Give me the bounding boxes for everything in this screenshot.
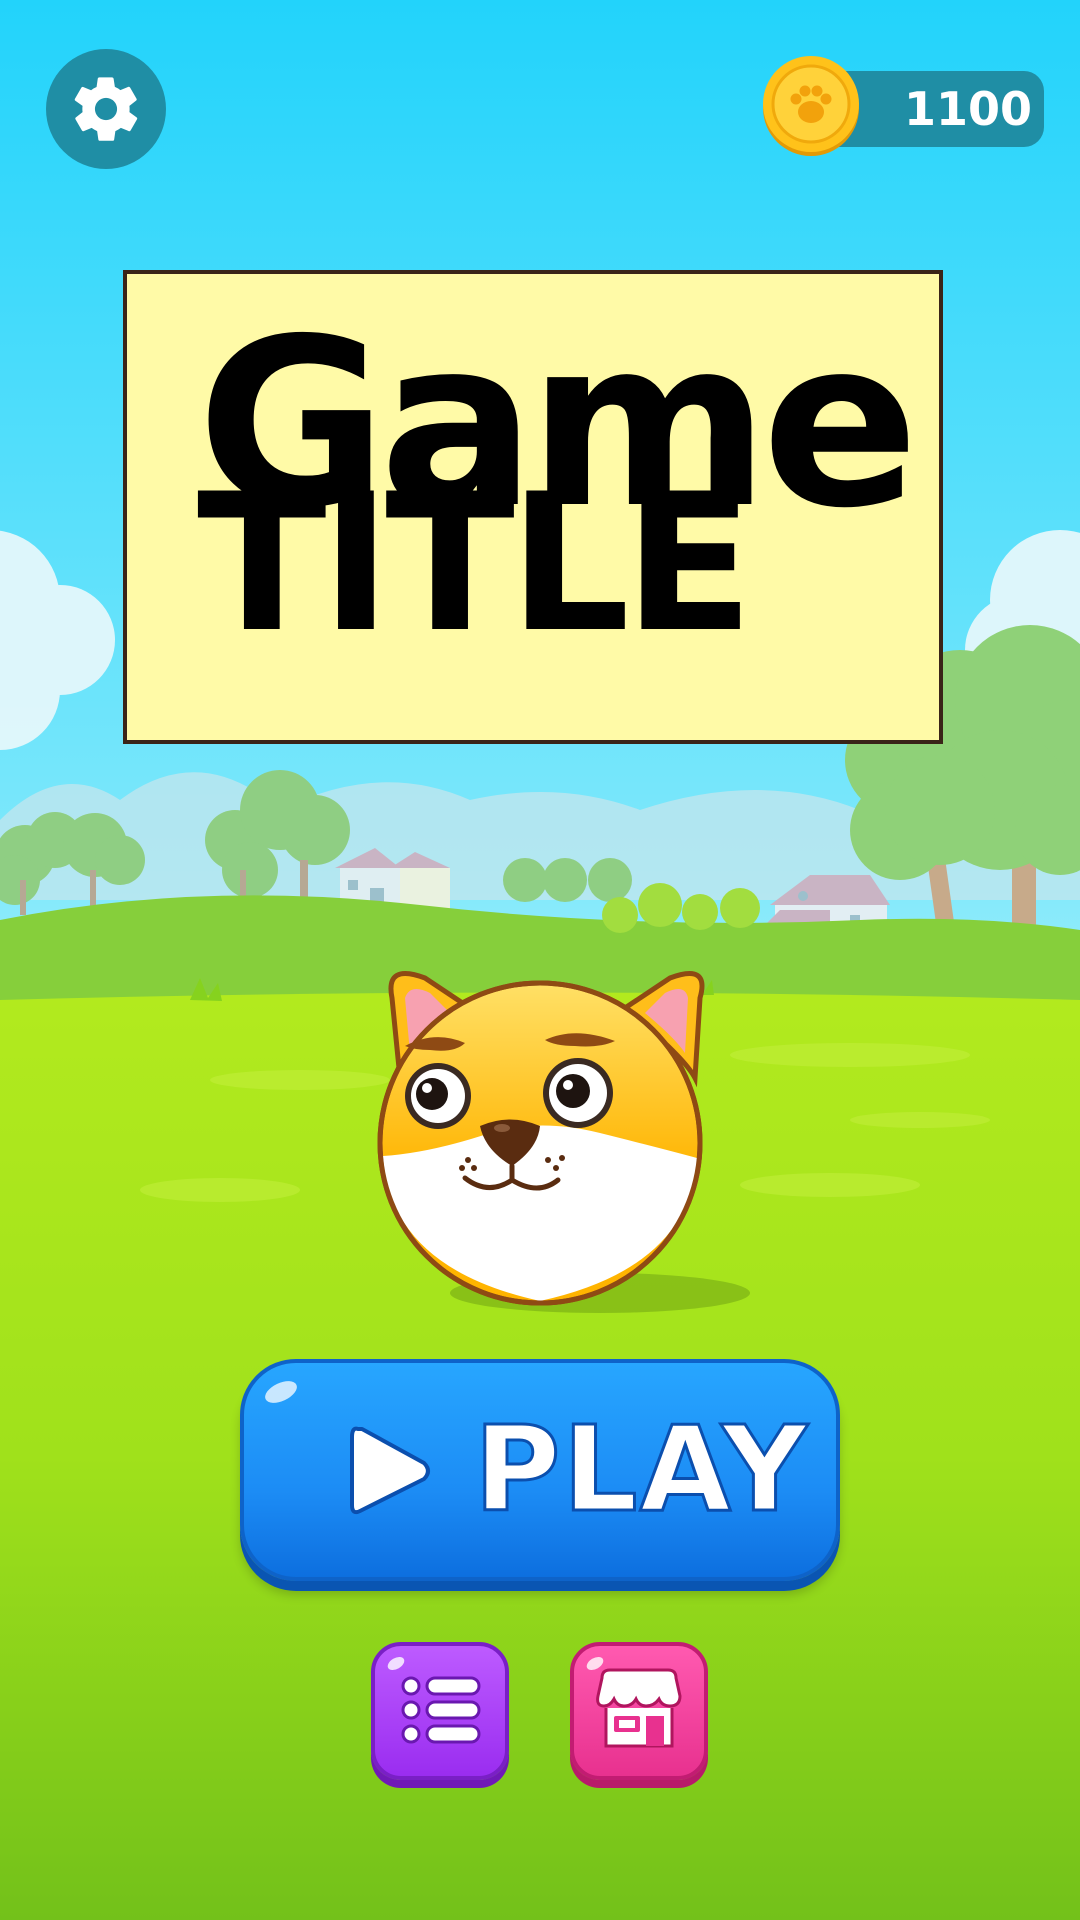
list-button[interactable]	[371, 1642, 509, 1780]
play-button-gloss	[261, 1376, 301, 1408]
gear-icon	[74, 77, 138, 141]
settings-button[interactable]	[46, 49, 166, 169]
shiba-dog-character	[377, 971, 750, 1313]
shop-icon	[596, 1668, 682, 1748]
play-button[interactable]: PLAY	[240, 1359, 840, 1581]
play-triangle-icon	[350, 1426, 430, 1515]
paw-coin-icon	[763, 56, 859, 156]
play-button-label: PLAY	[472, 1399, 810, 1540]
shop-button[interactable]	[570, 1642, 708, 1780]
game-title-box: Game TITLE	[123, 270, 943, 744]
game-title-line2: TITLE	[197, 453, 754, 674]
list-icon	[401, 1676, 481, 1744]
